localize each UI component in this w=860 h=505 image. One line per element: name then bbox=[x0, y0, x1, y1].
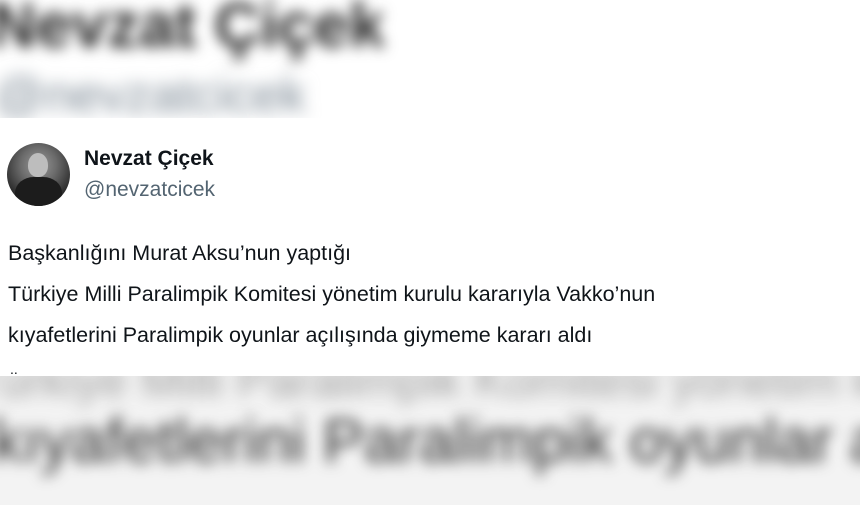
tweet-text: Başkanlığını Murat Aksu’nun yaptığı Türk… bbox=[8, 233, 858, 356]
blurred-text-background: Türkiye Milli Paralimpik Komitesi yöneti… bbox=[0, 376, 860, 505]
tweet-text-line: Türkiye Milli Paralimpik Komitesi yöneti… bbox=[8, 282, 656, 306]
tweet-card: Nevzat Çiçek @nevzatcicek Başkanlığını M… bbox=[0, 118, 860, 376]
blurred-display-name: Nevzat Çiçek bbox=[0, 0, 385, 61]
tweet-text-line: Başkanlığını Murat Aksu’nun yaptığı bbox=[8, 241, 352, 265]
blurred-text-line: Türkiye Milli Paralimpik Komitesi yöneti… bbox=[0, 376, 860, 408]
screenshot-frame: Nevzat Çiçek @nevzatcicek Nevzat Çiçek @… bbox=[0, 0, 860, 505]
tweet-text-line: kıyafetlerini Paralimpik oyunlar açılışı… bbox=[8, 323, 593, 347]
person-avatar-icon[interactable] bbox=[7, 143, 70, 206]
avatar-body-shape bbox=[15, 177, 62, 206]
blurred-handle: @nevzatcicek bbox=[0, 67, 306, 118]
tweet-continuation-ellipsis: .. bbox=[10, 361, 18, 376]
author-display-name[interactable]: Nevzat Çiçek bbox=[84, 147, 214, 171]
author-handle[interactable]: @nevzatcicek bbox=[84, 178, 215, 202]
avatar-head-shape bbox=[28, 153, 48, 177]
blurred-header-background: Nevzat Çiçek @nevzatcicek bbox=[0, 0, 860, 118]
blurred-text-line: kıyafetlerini Paralimpik oyunlar açılışı… bbox=[0, 407, 860, 476]
